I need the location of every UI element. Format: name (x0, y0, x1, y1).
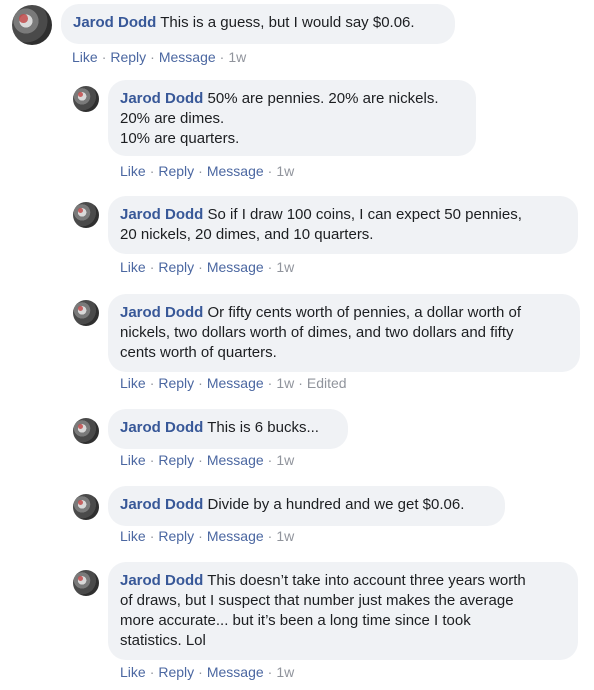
author-name[interactable]: Jarod Dodd (120, 572, 203, 589)
timestamp[interactable]: 1w (276, 375, 294, 391)
separator-dot: · (149, 664, 155, 680)
message-button[interactable]: Message (207, 452, 264, 468)
comment-text: Divide by a hundred and we get $0.06. (207, 496, 465, 513)
message-button[interactable]: Message (207, 375, 264, 391)
message-button[interactable]: Message (207, 528, 264, 544)
separator-dot: · (267, 664, 273, 680)
like-button[interactable]: Like (120, 452, 146, 468)
like-button[interactable]: Like (72, 49, 98, 65)
separator-dot: · (267, 375, 273, 391)
avatar[interactable] (73, 300, 99, 326)
separator-dot: · (149, 259, 155, 275)
separator-dot: · (149, 528, 155, 544)
reply-button[interactable]: Reply (110, 49, 146, 65)
comment-actions: Like · Reply · Message · 1w · Edited (120, 374, 347, 392)
timestamp[interactable]: 1w (276, 259, 294, 275)
comment-actions: Like · Reply · Message · 1w (120, 451, 294, 469)
comment-bubble: Jarod Dodd 50% are pennies. 20% are nick… (108, 80, 476, 156)
separator-dot: · (149, 375, 155, 391)
reply-button[interactable]: Reply (158, 259, 194, 275)
comment-bubble: Jarod Dodd Or fifty cents worth of penni… (108, 294, 580, 372)
separator-dot: · (198, 163, 203, 179)
separator-dot: · (149, 452, 155, 468)
comment-actions: Like · Reply · Message · 1w (120, 663, 294, 681)
comment-bubble: Jarod Dodd This is 6 bucks... (108, 409, 348, 449)
like-button[interactable]: Like (120, 528, 146, 544)
separator-dot: · (101, 49, 107, 65)
avatar[interactable] (12, 5, 52, 45)
avatar[interactable] (73, 202, 99, 228)
message-button[interactable]: Message (207, 664, 264, 680)
comment-text: This is 6 bucks... (207, 419, 319, 436)
separator-dot: · (198, 664, 203, 680)
timestamp[interactable]: 1w (228, 49, 246, 65)
comment-bubble: Jarod Dodd So if I draw 100 coins, I can… (108, 196, 578, 254)
separator-dot: · (219, 49, 225, 65)
separator-dot: · (198, 528, 203, 544)
author-name[interactable]: Jarod Dodd (120, 419, 203, 436)
reply-button[interactable]: Reply (158, 452, 194, 468)
reply-button[interactable]: Reply (158, 664, 194, 680)
comment-bubble: Jarod Dodd This doesn’t take into accoun… (108, 562, 578, 660)
reply-button[interactable]: Reply (158, 163, 194, 179)
avatar[interactable] (73, 418, 99, 444)
separator-dot: · (150, 49, 155, 65)
timestamp[interactable]: 1w (276, 452, 294, 468)
author-name[interactable]: Jarod Dodd (120, 90, 203, 107)
author-name[interactable]: Jarod Dodd (120, 496, 203, 513)
message-button[interactable]: Message (159, 49, 216, 65)
separator-dot: · (198, 259, 203, 275)
separator-dot: · (298, 375, 303, 391)
avatar[interactable] (73, 86, 99, 112)
separator-dot: · (198, 452, 203, 468)
timestamp[interactable]: 1w (276, 528, 294, 544)
separator-dot: · (267, 259, 273, 275)
separator-dot: · (198, 375, 203, 391)
comment-text: This is a guess, but I would say $0.06. (160, 14, 415, 31)
author-name[interactable]: Jarod Dodd (120, 304, 203, 321)
avatar[interactable] (73, 570, 99, 596)
comment-bubble: Jarod Dodd This is a guess, but I would … (61, 4, 455, 44)
timestamp[interactable]: 1w (276, 163, 294, 179)
timestamp[interactable]: 1w (276, 664, 294, 680)
reply-button[interactable]: Reply (158, 375, 194, 391)
message-button[interactable]: Message (207, 259, 264, 275)
like-button[interactable]: Like (120, 163, 146, 179)
message-button[interactable]: Message (207, 163, 264, 179)
reply-button[interactable]: Reply (158, 528, 194, 544)
like-button[interactable]: Like (120, 664, 146, 680)
like-button[interactable]: Like (120, 375, 146, 391)
separator-dot: · (267, 452, 273, 468)
comment-actions: Like · Reply · Message · 1w (120, 258, 294, 276)
author-name[interactable]: Jarod Dodd (120, 206, 203, 223)
comment-actions: Like · Reply · Message · 1w (120, 527, 294, 545)
separator-dot: · (267, 528, 273, 544)
comment-actions: Like · Reply · Message · 1w (120, 162, 294, 180)
edited-label[interactable]: Edited (307, 375, 347, 391)
avatar[interactable] (73, 494, 99, 520)
comment-bubble: Jarod Dodd Divide by a hundred and we ge… (108, 486, 505, 526)
comment-actions: Like · Reply · Message · 1w (72, 48, 246, 66)
author-name[interactable]: Jarod Dodd (73, 14, 156, 31)
separator-dot: · (267, 163, 273, 179)
like-button[interactable]: Like (120, 259, 146, 275)
separator-dot: · (149, 163, 155, 179)
